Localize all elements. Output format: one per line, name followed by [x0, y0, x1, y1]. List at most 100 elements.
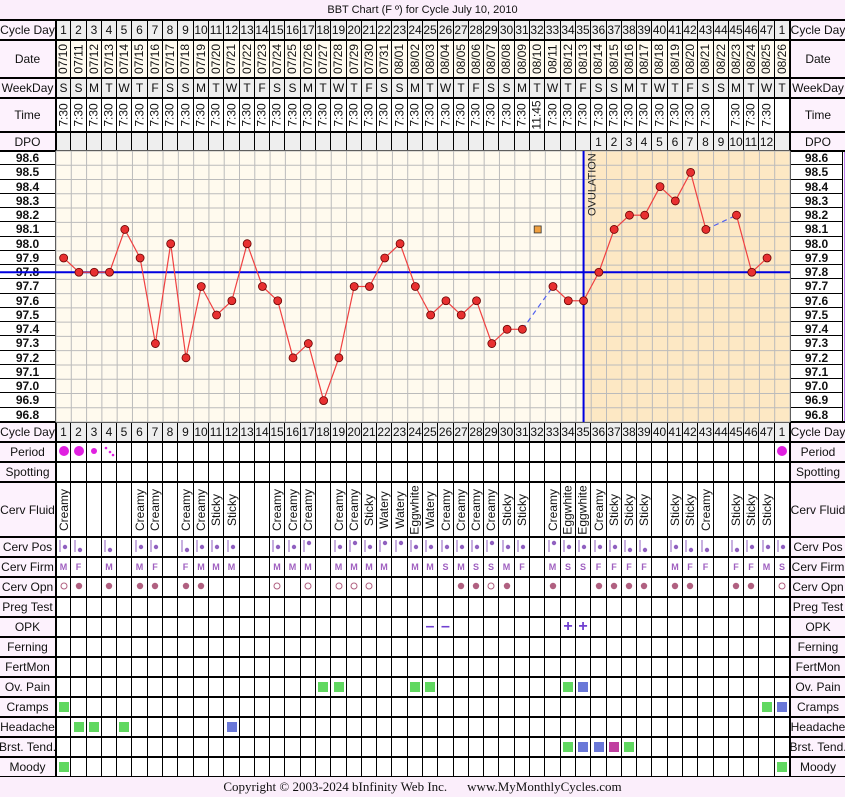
- ferning-cell[interactable]: [132, 637, 148, 657]
- spotting-cell[interactable]: [637, 462, 652, 482]
- cramps-cell[interactable]: [545, 697, 561, 717]
- opk-cell[interactable]: [775, 617, 790, 637]
- spotting-cell[interactable]: [530, 462, 545, 482]
- fertmon-cell[interactable]: [744, 657, 759, 677]
- cramps-cell[interactable]: [622, 697, 637, 717]
- ov-pain-cell[interactable]: [775, 677, 790, 697]
- spotting-cell[interactable]: [729, 462, 744, 482]
- headache-cell[interactable]: [255, 717, 270, 737]
- ferning-cell[interactable]: [530, 637, 545, 657]
- cramps-cell[interactable]: [530, 697, 545, 717]
- ferning-cell[interactable]: [576, 637, 591, 657]
- spotting-cell[interactable]: [87, 462, 102, 482]
- preg-test-cell[interactable]: [132, 597, 148, 617]
- brst-tend-cell[interactable]: [224, 737, 240, 757]
- spotting-cell[interactable]: [454, 462, 469, 482]
- ferning-cell[interactable]: [56, 637, 71, 657]
- ferning-cell[interactable]: [148, 637, 163, 657]
- ferning-cell[interactable]: [729, 637, 744, 657]
- moody-cell[interactable]: [454, 757, 469, 777]
- headache-cell[interactable]: [668, 717, 683, 737]
- brst-tend-cell[interactable]: [347, 737, 362, 757]
- brst-tend-cell[interactable]: [576, 737, 591, 757]
- fertmon-cell[interactable]: [591, 657, 607, 677]
- opk-cell[interactable]: [729, 617, 744, 637]
- fertmon-cell[interactable]: [163, 657, 178, 677]
- headache-cell[interactable]: [209, 717, 224, 737]
- moody-cell[interactable]: [576, 757, 591, 777]
- moody-cell[interactable]: [484, 757, 499, 777]
- brst-tend-cell[interactable]: [56, 737, 71, 757]
- headache-cell[interactable]: [377, 717, 392, 737]
- ferning-cell[interactable]: [607, 637, 622, 657]
- ferning-cell[interactable]: [454, 637, 469, 657]
- moody-cell[interactable]: [71, 757, 87, 777]
- ferning-cell[interactable]: [285, 637, 301, 657]
- fertmon-cell[interactable]: [576, 657, 591, 677]
- fertmon-cell[interactable]: [408, 657, 423, 677]
- ov-pain-cell[interactable]: [698, 677, 714, 697]
- cramps-cell[interactable]: [561, 697, 576, 717]
- headache-cell[interactable]: [530, 717, 545, 737]
- preg-test-cell[interactable]: [515, 597, 530, 617]
- ferning-cell[interactable]: [469, 637, 484, 657]
- spotting-cell[interactable]: [423, 462, 438, 482]
- fertmon-cell[interactable]: [499, 657, 515, 677]
- preg-test-cell[interactable]: [377, 597, 392, 617]
- headache-cell[interactable]: [454, 717, 469, 737]
- ferning-cell[interactable]: [499, 637, 515, 657]
- moody-cell[interactable]: [698, 757, 714, 777]
- fertmon-cell[interactable]: [683, 657, 698, 677]
- spotting-cell[interactable]: [484, 462, 499, 482]
- cramps-cell[interactable]: [377, 697, 392, 717]
- headache-cell[interactable]: [316, 717, 331, 737]
- moody-cell[interactable]: [469, 757, 484, 777]
- ov-pain-cell[interactable]: [316, 677, 331, 697]
- spotting-cell[interactable]: [56, 462, 71, 482]
- preg-test-cell[interactable]: [714, 597, 729, 617]
- opk-cell[interactable]: [637, 617, 652, 637]
- preg-test-cell[interactable]: [178, 597, 194, 617]
- ferning-cell[interactable]: [270, 637, 285, 657]
- moody-cell[interactable]: [377, 757, 392, 777]
- ferning-cell[interactable]: [224, 637, 240, 657]
- headache-cell[interactable]: [178, 717, 194, 737]
- moody-cell[interactable]: [561, 757, 576, 777]
- brst-tend-cell[interactable]: [469, 737, 484, 757]
- cramps-cell[interactable]: [209, 697, 224, 717]
- moody-cell[interactable]: [163, 757, 178, 777]
- cramps-cell[interactable]: [499, 697, 515, 717]
- ov-pain-cell[interactable]: [759, 677, 775, 697]
- preg-test-cell[interactable]: [87, 597, 102, 617]
- preg-test-cell[interactable]: [163, 597, 178, 617]
- cramps-cell[interactable]: [71, 697, 87, 717]
- cramps-cell[interactable]: [163, 697, 178, 717]
- ov-pain-cell[interactable]: [438, 677, 454, 697]
- headache-cell[interactable]: [714, 717, 729, 737]
- preg-test-cell[interactable]: [607, 597, 622, 617]
- ferning-cell[interactable]: [178, 637, 194, 657]
- opk-cell[interactable]: –: [423, 617, 438, 637]
- fertmon-cell[interactable]: [607, 657, 622, 677]
- moody-cell[interactable]: [652, 757, 668, 777]
- headache-cell[interactable]: [56, 717, 71, 737]
- fertmon-cell[interactable]: [301, 657, 316, 677]
- moody-cell[interactable]: [545, 757, 561, 777]
- headache-cell[interactable]: [515, 717, 530, 737]
- ov-pain-cell[interactable]: [591, 677, 607, 697]
- spotting-cell[interactable]: [545, 462, 561, 482]
- opk-cell[interactable]: [622, 617, 637, 637]
- preg-test-cell[interactable]: [362, 597, 377, 617]
- cramps-cell[interactable]: [469, 697, 484, 717]
- ov-pain-cell[interactable]: [194, 677, 209, 697]
- fertmon-cell[interactable]: [347, 657, 362, 677]
- opk-cell[interactable]: [347, 617, 362, 637]
- fertmon-cell[interactable]: [285, 657, 301, 677]
- ferning-cell[interactable]: [668, 637, 683, 657]
- cramps-cell[interactable]: [316, 697, 331, 717]
- headache-cell[interactable]: [331, 717, 347, 737]
- ferning-cell[interactable]: [408, 637, 423, 657]
- spotting-cell[interactable]: [148, 462, 163, 482]
- spotting-cell[interactable]: [515, 462, 530, 482]
- preg-test-cell[interactable]: [392, 597, 408, 617]
